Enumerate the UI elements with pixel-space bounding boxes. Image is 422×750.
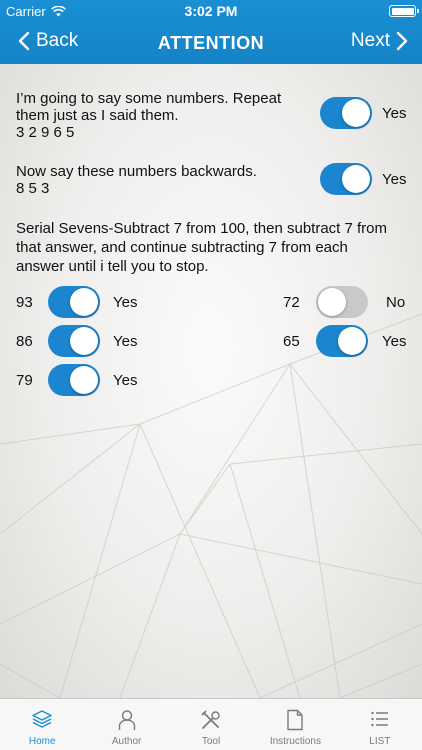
serial-toggle-label: No [386,294,406,311]
layers-icon [32,710,52,728]
question-3-line-1: Serial Sevens-Subtract 7 from 100, then … [16,220,388,237]
next-label: Next [350,30,390,51]
serial-number-label: 72 [283,294,300,311]
tab-author-label: Author [111,736,142,747]
tab-bar: Home Author Tool Instructions LIST [0,698,422,750]
question-1-line-1: I’m going to say some numbers. Repeat [16,90,282,107]
serial-number-label: 65 [283,333,300,350]
tab-home[interactable]: Home [0,699,84,750]
tab-list-label: LIST [369,736,391,747]
serial-number-label: 93 [16,294,33,311]
next-button[interactable]: Next [351,30,408,52]
question-2-toggle[interactable] [320,163,372,195]
toggle-knob [70,327,98,355]
question-3-line-3: answer until i tell you to stop. [16,258,209,275]
toggle-knob [318,288,346,316]
question-2-numbers: 8 5 3 [16,180,50,197]
question-1-line-2: them just as I said them. [16,107,179,124]
serial-toggle-label: Yes [113,372,138,389]
tab-instructions-label: Instructions [269,736,321,747]
tab-tool[interactable]: Tool [169,699,253,750]
serial-79-toggle[interactable] [48,364,100,396]
question-1-numbers: 3 2 9 6 5 [16,124,75,141]
person-icon [118,710,135,730]
serial-number-label: 79 [16,372,33,389]
navigation-header: Carrier 3:02 PM Back ATTENTION Next [0,0,422,64]
tab-author[interactable]: Author [84,699,168,750]
tab-instructions[interactable]: Instructions [253,699,337,750]
toggle-knob [70,288,98,316]
status-bar: Carrier 3:02 PM [0,0,422,22]
serial-86-toggle[interactable] [48,325,100,357]
document-icon [287,709,304,731]
serial-number-label: 86 [16,333,33,350]
serial-72-toggle[interactable] [316,286,368,318]
chevron-right-icon [396,31,408,51]
serial-93-toggle[interactable] [48,286,100,318]
list-icon [371,711,388,727]
question-3-line-2: that answer, and continue subtracting 7 … [16,239,348,256]
battery-icon [389,5,419,17]
toggle-knob [70,366,98,394]
question-1-toggle-label: Yes [382,105,407,122]
tab-tool-label: Tool [201,736,221,747]
question-2-line-1: Now say these numbers backwards. [16,163,257,180]
serial-toggle-label: Yes [113,333,138,350]
question-1-toggle[interactable] [320,97,372,129]
toggle-knob [342,165,370,193]
toggle-knob [338,327,366,355]
content-area: I’m going to say some numbers. Repeat th… [0,64,422,698]
toggle-knob [342,99,370,127]
question-2-toggle-label: Yes [382,171,407,188]
tab-home-label: Home [28,736,56,747]
tab-list[interactable]: LIST [338,699,422,750]
tools-icon [201,710,220,729]
serial-65-toggle[interactable] [316,325,368,357]
serial-toggle-label: Yes [113,294,138,311]
status-time: 3:02 PM [184,3,238,19]
serial-toggle-label: Yes [382,333,407,350]
